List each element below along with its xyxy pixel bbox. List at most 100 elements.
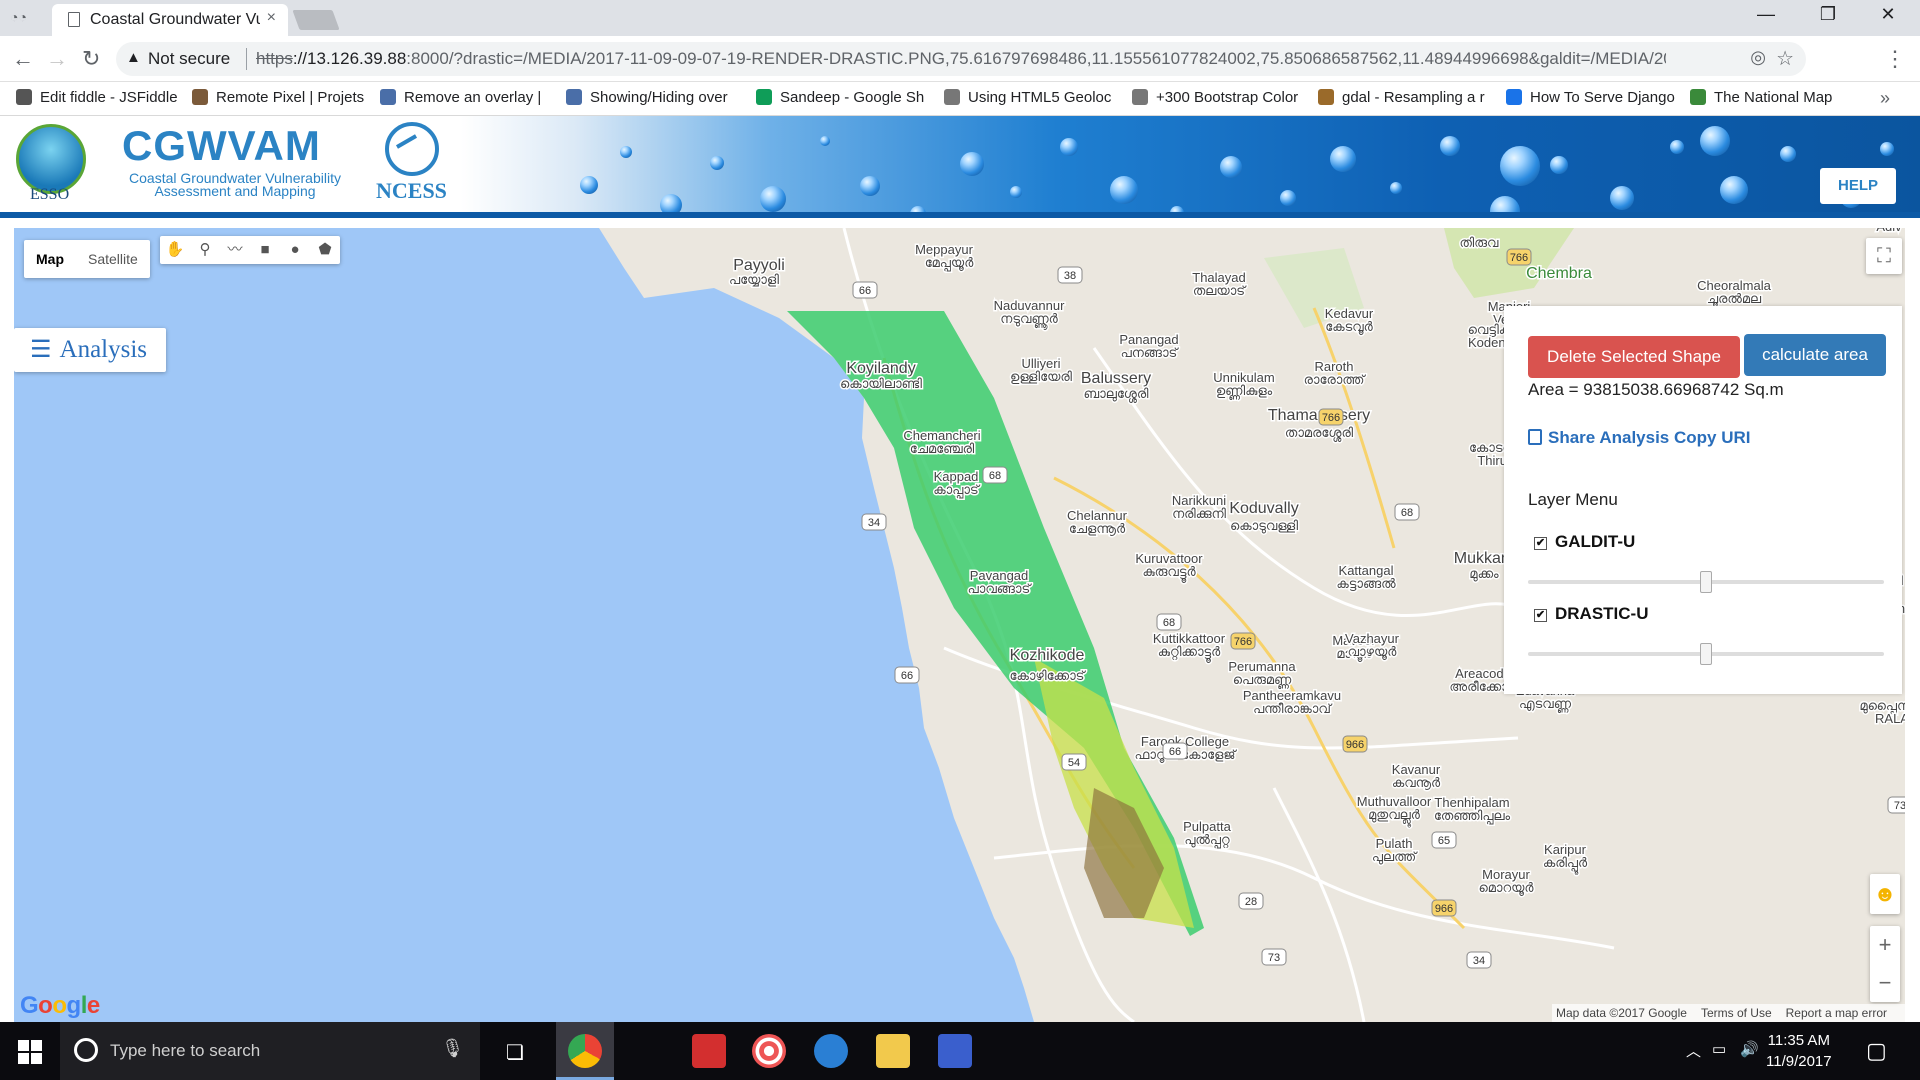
notification-icon[interactable]: ▢ bbox=[1866, 1038, 1887, 1064]
map-place-label: വാഴയൂർ bbox=[1348, 644, 1398, 660]
taskbar-search[interactable]: Type here to search 🎙 bbox=[60, 1022, 480, 1080]
esso-label: ESSO bbox=[30, 186, 70, 203]
map-place-label: ഉള്ളിയേരി bbox=[1010, 369, 1072, 384]
address-bar[interactable]: ▲ Not secure https://13.126.39.88:8000/?… bbox=[116, 42, 1806, 76]
analysis-toggle[interactable]: ☰ Analysis bbox=[14, 328, 166, 372]
microphone-icon[interactable]: 🎙 bbox=[441, 1038, 464, 1059]
volume-icon[interactable]: 🔊 bbox=[1740, 1040, 1759, 1058]
bookmark-item[interactable]: The National Map bbox=[1690, 89, 1832, 106]
bookmark-item[interactable]: How To Serve Django bbox=[1506, 89, 1675, 106]
map-place-label: ചേമഞ്ചേരി bbox=[910, 441, 975, 456]
report-error-link[interactable]: Report a map error bbox=[1786, 1006, 1887, 1020]
calculate-area-button[interactable]: calculate area bbox=[1744, 334, 1886, 376]
map-place-label: പാവങ്ങാട് bbox=[968, 581, 1032, 596]
cortana-icon bbox=[74, 1038, 98, 1062]
target-app-icon[interactable] bbox=[752, 1034, 786, 1068]
minimize-icon[interactable]: — bbox=[1746, 4, 1786, 25]
reload-icon[interactable]: ↻ bbox=[82, 46, 100, 72]
location-icon[interactable]: ◎ bbox=[1750, 47, 1766, 68]
map-place-label: Koduvally bbox=[1229, 500, 1298, 517]
close-window-icon[interactable]: ✕ bbox=[1868, 4, 1908, 25]
bookmark-item[interactable]: Edit fiddle - JSFiddle bbox=[16, 89, 178, 106]
rectangle-icon[interactable]: ■ bbox=[250, 236, 280, 264]
bookmark-item[interactable]: Sandeep - Google Sh bbox=[756, 89, 924, 106]
layer-drastic[interactable]: ✔ DRASTIC-U bbox=[1534, 604, 1649, 624]
drastic-opacity-slider[interactable] bbox=[1528, 643, 1884, 665]
map-place-label: കവനൂർ bbox=[1392, 775, 1441, 790]
water-drop bbox=[1880, 142, 1894, 156]
water-drop bbox=[1780, 146, 1796, 162]
water-drop bbox=[1220, 156, 1242, 178]
network-app-icon[interactable] bbox=[938, 1034, 972, 1068]
chrome-icon[interactable] bbox=[568, 1034, 602, 1068]
zoom-in-button[interactable]: + bbox=[1870, 926, 1900, 964]
browser-tab[interactable]: Coastal Groundwater Vul × bbox=[52, 4, 288, 36]
layer-galdit[interactable]: ✔ GALDIT-U bbox=[1534, 532, 1635, 552]
bookmark-favicon-icon bbox=[944, 89, 960, 105]
bookmarks-bar: Edit fiddle - JSFiddle Remote Pixel | Pro… bbox=[0, 82, 1920, 116]
circle-icon[interactable]: ● bbox=[280, 236, 310, 264]
bookmark-favicon-icon bbox=[1506, 89, 1522, 105]
map-place-label: Kozhikode bbox=[1010, 647, 1085, 664]
browser-menu-icon[interactable]: ⋮ bbox=[1884, 46, 1906, 72]
map-place-label: മുക്കം bbox=[1469, 566, 1499, 582]
security-status: Not secure bbox=[148, 49, 231, 68]
map-place-label: തലയാട് bbox=[1193, 283, 1247, 298]
help-button[interactable]: HELP bbox=[1820, 168, 1896, 204]
acrobat-icon[interactable] bbox=[692, 1034, 726, 1068]
map-place-label: തേഞ്ഞിപ്പലം bbox=[1434, 808, 1511, 824]
new-tab-button[interactable] bbox=[292, 10, 340, 30]
polyline-icon[interactable]: 〰 bbox=[220, 236, 250, 264]
bookmark-item[interactable]: +300 Bootstrap Color bbox=[1132, 89, 1298, 106]
share-uri-link[interactable]: Share Analysis Copy URI bbox=[1528, 428, 1751, 448]
restore-icon[interactable]: ❐ bbox=[1808, 4, 1848, 25]
map-place-label: ചേളന്നൂർ bbox=[1069, 521, 1126, 536]
bookmark-item[interactable]: Remove an overlay | bbox=[380, 89, 541, 106]
task-view-icon[interactable]: ❏ bbox=[506, 1040, 524, 1065]
road-shield-label: 34 bbox=[1473, 955, 1485, 967]
terms-link[interactable]: Terms of Use bbox=[1701, 1006, 1772, 1020]
tab-close-icon[interactable]: × bbox=[267, 9, 276, 27]
search-app-icon[interactable] bbox=[814, 1034, 848, 1068]
star-icon[interactable]: ☆ bbox=[1776, 46, 1794, 71]
slider-thumb[interactable] bbox=[1700, 571, 1712, 593]
slider-thumb[interactable] bbox=[1700, 643, 1712, 665]
bookmark-item[interactable]: Showing/Hiding over bbox=[566, 89, 728, 106]
hand-icon[interactable]: ✋ bbox=[160, 236, 190, 264]
bookmarks-overflow-icon[interactable]: » bbox=[1880, 88, 1890, 109]
water-drop bbox=[1330, 146, 1356, 172]
bookmark-favicon-icon bbox=[1318, 89, 1334, 105]
taskbar-clock[interactable]: 11:35 AM 11/9/2017 bbox=[1766, 1030, 1832, 1072]
bookmark-item[interactable]: gdal - Resampling a r bbox=[1318, 89, 1485, 106]
water-drop bbox=[580, 176, 598, 194]
polygon-icon[interactable]: ⬟ bbox=[310, 236, 340, 264]
show-hidden-icons[interactable]: ︿ bbox=[1686, 1040, 1701, 1061]
road-shield-label: 766 bbox=[1234, 636, 1252, 648]
zoom-out-button[interactable]: − bbox=[1870, 964, 1900, 1002]
galdit-opacity-slider[interactable] bbox=[1528, 571, 1884, 593]
road-shield-label: 28 bbox=[1245, 896, 1257, 908]
map-attribution: Map data ©2017 Google Terms of Use Report … bbox=[1552, 1004, 1905, 1022]
map-place-label: നരിക്കുനി bbox=[1172, 506, 1226, 521]
windows-start-icon[interactable] bbox=[18, 1040, 42, 1064]
water-drop bbox=[1280, 190, 1296, 206]
marker-icon[interactable]: ⚲ bbox=[190, 236, 220, 264]
map-place-label: Balussery bbox=[1081, 370, 1151, 387]
road-shield-label: 66 bbox=[859, 285, 871, 297]
file-explorer-icon[interactable] bbox=[876, 1034, 910, 1068]
galdit-checkbox[interactable]: ✔ bbox=[1534, 537, 1547, 550]
delete-shape-button[interactable]: Delete Selected Shape bbox=[1528, 336, 1740, 378]
fullscreen-icon[interactable]: ⛶ bbox=[1866, 238, 1902, 274]
map-type-map-button[interactable]: Map bbox=[24, 240, 76, 278]
battery-icon[interactable]: ▭ bbox=[1712, 1040, 1726, 1058]
forward-icon[interactable]: → bbox=[46, 46, 68, 72]
bookmark-item[interactable]: Using HTML5 Geoloc bbox=[944, 89, 1111, 106]
map-type-satellite-button[interactable]: Satellite bbox=[76, 240, 150, 278]
bookmark-item[interactable]: Remote Pixel | Projets bbox=[192, 89, 364, 106]
back-icon[interactable]: ← bbox=[12, 46, 34, 72]
water-drop bbox=[1720, 176, 1748, 204]
esso-logo-icon bbox=[16, 124, 86, 194]
drastic-checkbox[interactable]: ✔ bbox=[1534, 609, 1547, 622]
pegman-icon[interactable]: ☻ bbox=[1870, 874, 1900, 914]
url-text[interactable]: https://13.126.39.88:8000/?drastic=/MEDI… bbox=[256, 49, 1666, 69]
